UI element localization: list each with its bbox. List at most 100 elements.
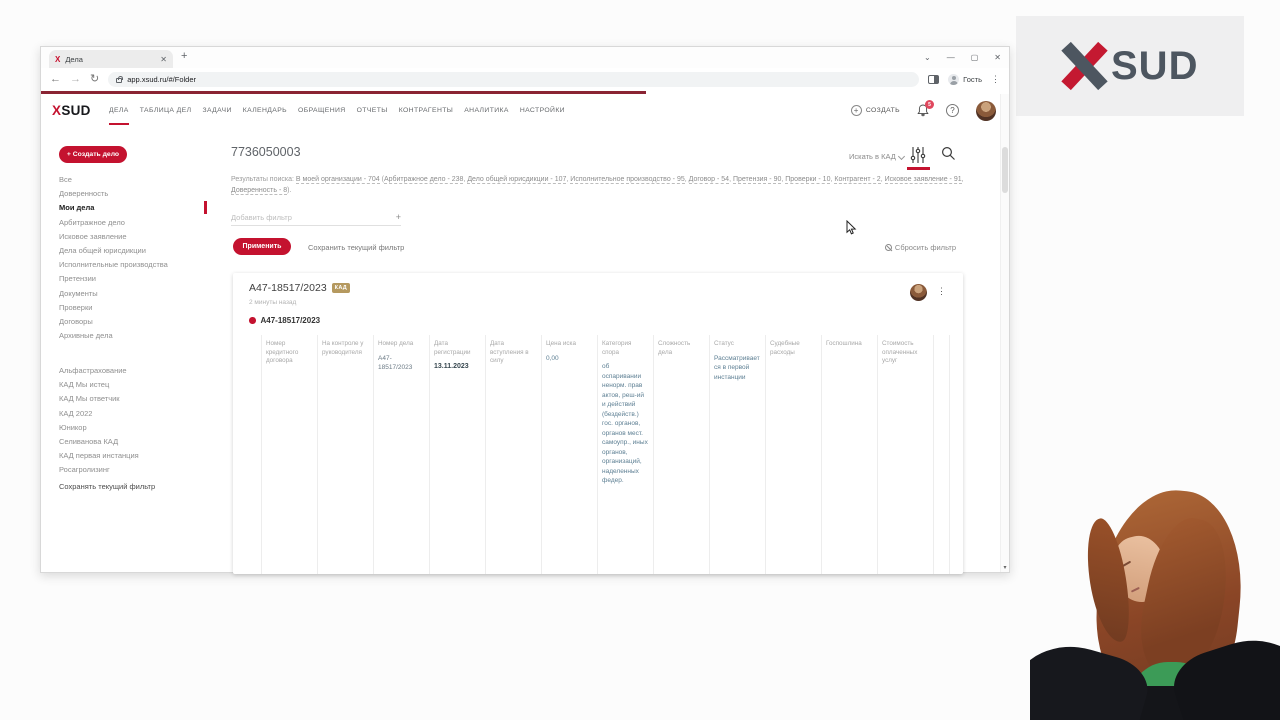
results-link[interactable]: Исполнительное производство - 95 [570,176,685,184]
window-maximize-button[interactable]: ▢ [971,53,979,62]
results-link[interactable]: Арбитражное дело - 238 [383,176,464,184]
sidebar-save-filter-link[interactable]: Сохранять текущий фильтр [59,482,155,491]
lock-icon [116,76,123,83]
add-filter-input[interactable]: Добавить фильтр + [231,212,401,226]
create-case-button[interactable]: + Создать дело [59,146,127,163]
webcam-presenter-image [1030,480,1280,720]
apply-filter-button[interactable]: Применить [233,238,291,255]
browser-menu-icon[interactable]: ⋮ [991,74,1000,85]
sidebar-item-kad-pervaya[interactable]: КАД первая инстанция [59,449,202,463]
sidebar-item-kad-2022[interactable]: КАД 2022 [59,407,202,421]
sidebar-item-pretenzii[interactable]: Претензии [59,272,202,286]
results-link[interactable]: Претензия - 90 [732,176,782,184]
reset-filter-link[interactable]: Сбросить фильтр [884,243,956,252]
tab-analitika[interactable]: АНАЛИТИКА [464,107,509,114]
reset-filter-icon [884,244,892,251]
table-column: Номер кредитного договора [261,335,317,574]
sidebar-saved-filters: Альфастрахование КАД Мы истец КАД Мы отв… [59,364,202,478]
case-title[interactable]: А47-18517/2023 [249,282,327,294]
table-column: Цена иска 0,00 [541,335,597,574]
mouse-cursor [846,219,858,241]
results-link[interactable]: Доверенность - 8 [231,187,288,195]
side-panel-icon[interactable] [928,75,940,84]
tab-kontragenty[interactable]: КОНТРАГЕНТЫ [399,107,454,114]
sidebar-item-alfastrakhovanie[interactable]: Альфастрахование [59,364,202,378]
tab-dela[interactable]: ДЕЛА [109,107,129,125]
tab-zadachi[interactable]: ЗАДАЧИ [202,107,231,114]
search-scope-select[interactable]: Искать в КАД [849,152,896,161]
add-filter-plus-icon[interactable]: + [396,212,401,222]
sidebar: + Создать дело Все Доверенность Мои дела… [41,127,207,572]
sidebar-item-vse[interactable]: Все [59,173,202,187]
sidebar-item-dokumenty[interactable]: Документы [59,287,202,301]
search-icon[interactable] [941,146,956,166]
sidebar-item-arkhivnye[interactable]: Архивные дела [59,329,202,343]
sidebar-item-kad-my-istec[interactable]: КАД Мы истец [59,378,202,392]
sidebar-item-obshchey-yurisdikcii[interactable]: Дела общей юрисдикции [59,244,202,258]
tab-otchety[interactable]: ОТЧЕТЫ [357,107,388,114]
sidebar-item-iskovoe[interactable]: Исковое заявление [59,230,202,244]
results-link[interactable]: В моей организации - 704 [295,176,380,184]
sidebar-item-arbitrazhnoe[interactable]: Арбитражное дело [59,216,202,230]
case-updated-time: 2 минуты назад [249,299,297,306]
table-column: Дата вступления в силу [485,335,541,574]
tab-obrashcheniya[interactable]: ОБРАЩЕНИЯ [298,107,346,114]
profile-button[interactable]: Гость [948,74,982,85]
sidebar-item-ispolnitelnye[interactable]: Исполнительные производства [59,258,202,272]
results-link[interactable]: Проверки - 10 [785,176,831,184]
tab-tablica-del[interactable]: ТАБЛИЦА ДЕЛ [140,107,192,114]
scrollbar-thumb[interactable] [1002,147,1008,193]
main-content: 7736050003 Искать в КАД Результаты поиск… [231,127,966,574]
sidebar-item-doverennost[interactable]: Доверенность [59,187,202,201]
save-current-filter-link[interactable]: Сохранить текущий фильтр [308,243,404,252]
filter-sliders-icon[interactable] [910,146,926,169]
xsud-app-logo[interactable]: XSUD [52,103,91,118]
table-column: Госпошлина [821,335,877,574]
profile-name: Гость [963,75,982,84]
tab-nastroyki[interactable]: НАСТРОЙКИ [520,107,565,114]
tab-close-icon[interactable]: ✕ [160,55,167,64]
notifications-bell-icon[interactable]: 5 [917,100,934,117]
sidebar-item-proverki[interactable]: Проверки [59,301,202,315]
table-column: Категория спора об оспаривании ненорм. пр… [597,335,653,574]
reload-button[interactable]: ↻ [90,74,99,85]
browser-tab[interactable]: X Дела ✕ [49,50,173,68]
case-assignee-avatar[interactable] [910,284,927,301]
sidebar-item-rosagrolizing[interactable]: Росагролизинг [59,463,202,477]
profile-icon [948,74,960,85]
scrollbar-down-icon[interactable]: ▾ [1001,564,1009,571]
results-link[interactable]: Исковое заявление - 91 [884,176,962,184]
app-logo-x: X [52,103,62,118]
xsud-favicon-icon: X [55,54,61,64]
create-button[interactable]: + СОЗДАТЬ [850,105,900,116]
new-tab-button[interactable]: + [181,50,187,62]
tab-kalendar[interactable]: КАЛЕНДАРЬ [243,107,287,114]
case-number[interactable]: А47-18517/2023 [261,316,321,325]
sidebar-item-dogovory[interactable]: Договоры [59,315,202,329]
search-input[interactable]: 7736050003 [231,145,301,159]
kad-badge: КАД [331,283,351,293]
url-bar[interactable]: app.xsud.ru/#/Folder [108,72,920,87]
forward-button[interactable]: → [70,74,81,85]
results-link[interactable]: Дело общей юрисдикции - 107 [467,176,567,184]
results-link[interactable]: Контрагент - 2 [834,176,881,184]
table-column: Номер дела А47-18517/2023 [373,335,429,574]
table-column: Стоимость оплаченных услуг [877,335,933,574]
sidebar-item-moi-dela[interactable]: Мои дела [59,201,202,215]
page-scrollbar[interactable]: ▾ [1000,94,1009,572]
help-icon[interactable]: ? [946,104,959,117]
window-minimize-button[interactable]: — [947,53,955,62]
back-button[interactable]: ← [50,74,61,85]
window-chevron-icon[interactable]: ⌄ [924,53,931,62]
window-close-button[interactable]: ✕ [994,53,1001,62]
case-card[interactable]: А47-18517/2023 КАД 2 минуты назад ⋮ А47-… [233,273,963,574]
filter-active-underline [907,167,930,170]
sidebar-item-selivanova-kad[interactable]: Селиванова КАД [59,435,202,449]
sidebar-item-kad-my-otvetchik[interactable]: КАД Мы ответчик [59,392,202,406]
sidebar-item-yunikor[interactable]: Юникор [59,421,202,435]
chevron-down-icon[interactable] [897,152,906,161]
case-menu-icon[interactable]: ⋮ [937,286,946,297]
results-link[interactable]: Договор - 54 [688,176,730,184]
case-table: Номер кредитного договора На контроле у … [261,335,950,574]
user-avatar[interactable] [976,100,996,121]
